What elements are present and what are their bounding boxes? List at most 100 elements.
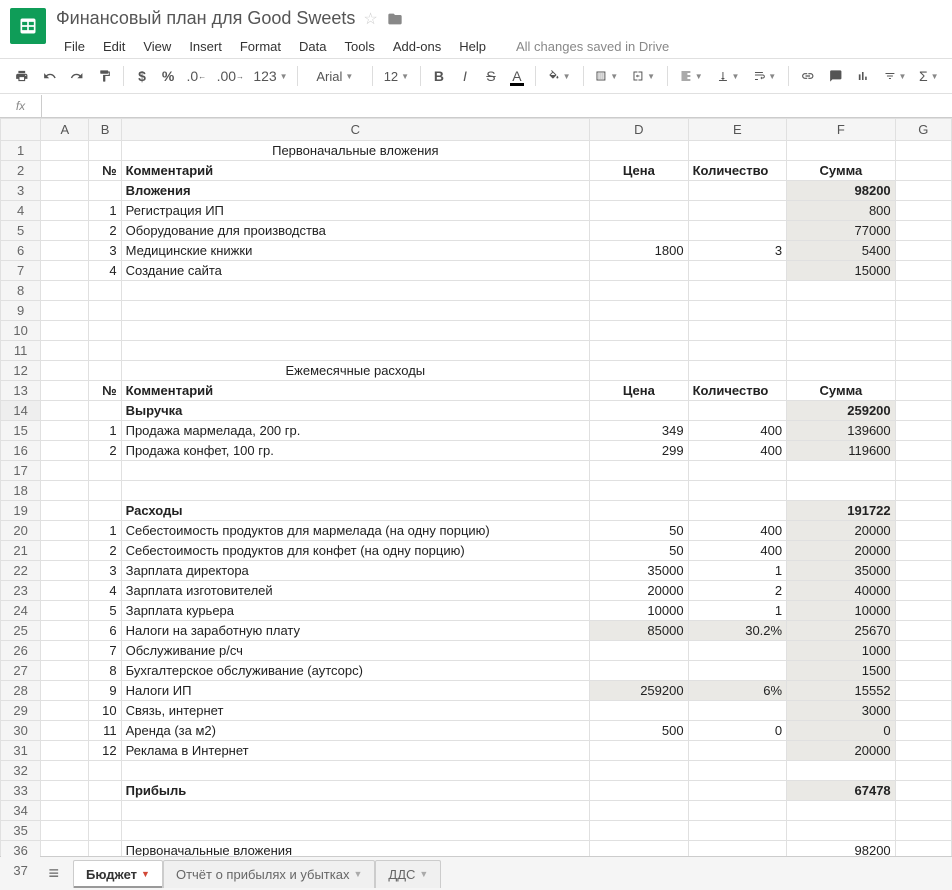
- cell[interactable]: [787, 321, 896, 341]
- cell[interactable]: [590, 501, 689, 521]
- sheet-tab[interactable]: Отчёт о прибылях и убытках▼: [163, 860, 375, 888]
- cell[interactable]: 10000: [787, 601, 896, 621]
- cell[interactable]: Зарплата изготовителей: [121, 581, 589, 601]
- cell[interactable]: 4: [89, 261, 121, 281]
- cell[interactable]: 77000: [787, 221, 896, 241]
- row-header[interactable]: 7: [1, 261, 41, 281]
- cell[interactable]: [688, 641, 787, 661]
- select-all-cell[interactable]: [1, 119, 41, 141]
- cell[interactable]: 3: [89, 561, 121, 581]
- cell[interactable]: [41, 161, 89, 181]
- fill-color-icon[interactable]: ▼: [543, 64, 576, 88]
- cell[interactable]: 1: [688, 601, 787, 621]
- cell[interactable]: Первоначальные вложения: [121, 141, 589, 161]
- cell[interactable]: 1800: [590, 241, 689, 261]
- row-header[interactable]: 3: [1, 181, 41, 201]
- cell[interactable]: Количество: [688, 381, 787, 401]
- cell[interactable]: [121, 301, 589, 321]
- cell[interactable]: 9: [89, 681, 121, 701]
- row-header[interactable]: 33: [1, 781, 41, 801]
- cell[interactable]: [590, 261, 689, 281]
- font-size-select[interactable]: 12▼: [380, 64, 413, 88]
- more-formats-button[interactable]: 123▼: [251, 64, 290, 88]
- cell[interactable]: [590, 181, 689, 201]
- cell[interactable]: Выручка: [121, 401, 589, 421]
- cell[interactable]: Зарплата директора: [121, 561, 589, 581]
- cell[interactable]: [41, 621, 89, 641]
- cell[interactable]: [895, 501, 951, 521]
- menu-add-ons[interactable]: Add-ons: [385, 35, 449, 58]
- paint-format-icon[interactable]: [93, 64, 117, 88]
- menu-tools[interactable]: Tools: [336, 35, 382, 58]
- cell[interactable]: [688, 321, 787, 341]
- cell[interactable]: [590, 221, 689, 241]
- cell[interactable]: [895, 741, 951, 761]
- cell[interactable]: Комментарий: [121, 381, 589, 401]
- cell[interactable]: [895, 421, 951, 441]
- bold-icon[interactable]: B: [428, 64, 450, 88]
- row-header[interactable]: 11: [1, 341, 41, 361]
- cell[interactable]: [590, 461, 689, 481]
- cell[interactable]: 20000: [787, 521, 896, 541]
- cell[interactable]: №: [89, 161, 121, 181]
- row-header[interactable]: 5: [1, 221, 41, 241]
- cell[interactable]: [89, 481, 121, 501]
- row-header[interactable]: 9: [1, 301, 41, 321]
- cell[interactable]: 35000: [787, 561, 896, 581]
- cell[interactable]: [41, 821, 89, 841]
- cell[interactable]: [121, 821, 589, 841]
- cell[interactable]: [41, 361, 89, 381]
- cell[interactable]: [895, 161, 951, 181]
- row-header[interactable]: 19: [1, 501, 41, 521]
- cell[interactable]: 3000: [787, 701, 896, 721]
- cell[interactable]: [41, 321, 89, 341]
- cell[interactable]: [688, 481, 787, 501]
- insert-comment-icon[interactable]: [824, 64, 848, 88]
- cell[interactable]: 7: [89, 641, 121, 661]
- cell[interactable]: Аренда (за м2): [121, 721, 589, 741]
- cell[interactable]: [590, 761, 689, 781]
- cell[interactable]: [41, 221, 89, 241]
- cell[interactable]: [787, 761, 896, 781]
- cell[interactable]: [41, 721, 89, 741]
- cell[interactable]: [590, 401, 689, 421]
- cell[interactable]: [688, 181, 787, 201]
- row-header[interactable]: 24: [1, 601, 41, 621]
- cell[interactable]: 25670: [787, 621, 896, 641]
- row-header[interactable]: 22: [1, 561, 41, 581]
- cell[interactable]: [895, 561, 951, 581]
- cell[interactable]: [590, 701, 689, 721]
- cell[interactable]: 800: [787, 201, 896, 221]
- cell[interactable]: [590, 321, 689, 341]
- cell[interactable]: [121, 481, 589, 501]
- redo-icon[interactable]: [65, 64, 89, 88]
- cell[interactable]: Продажа конфет, 100 гр.: [121, 441, 589, 461]
- cell[interactable]: [688, 341, 787, 361]
- cell[interactable]: [41, 441, 89, 461]
- row-header[interactable]: 15: [1, 421, 41, 441]
- cell[interactable]: [895, 721, 951, 741]
- cell[interactable]: [895, 181, 951, 201]
- cell[interactable]: [895, 821, 951, 841]
- cell[interactable]: [41, 601, 89, 621]
- cell[interactable]: [787, 821, 896, 841]
- cell[interactable]: [41, 341, 89, 361]
- cell[interactable]: [688, 821, 787, 841]
- cell[interactable]: 20000: [787, 541, 896, 561]
- cell[interactable]: [688, 801, 787, 821]
- cell[interactable]: [688, 221, 787, 241]
- cell[interactable]: [41, 521, 89, 541]
- cell[interactable]: 3: [688, 241, 787, 261]
- font-family-select[interactable]: Arial▼: [305, 64, 365, 88]
- cell[interactable]: [590, 301, 689, 321]
- cell[interactable]: 10000: [590, 601, 689, 621]
- cell[interactable]: 6: [89, 621, 121, 641]
- menu-help[interactable]: Help: [451, 35, 494, 58]
- cell[interactable]: [688, 261, 787, 281]
- cell[interactable]: 67478: [787, 781, 896, 801]
- cell[interactable]: [590, 801, 689, 821]
- cell[interactable]: [688, 201, 787, 221]
- col-header-G[interactable]: G: [895, 119, 951, 141]
- col-header-B[interactable]: B: [89, 119, 121, 141]
- cell[interactable]: [41, 461, 89, 481]
